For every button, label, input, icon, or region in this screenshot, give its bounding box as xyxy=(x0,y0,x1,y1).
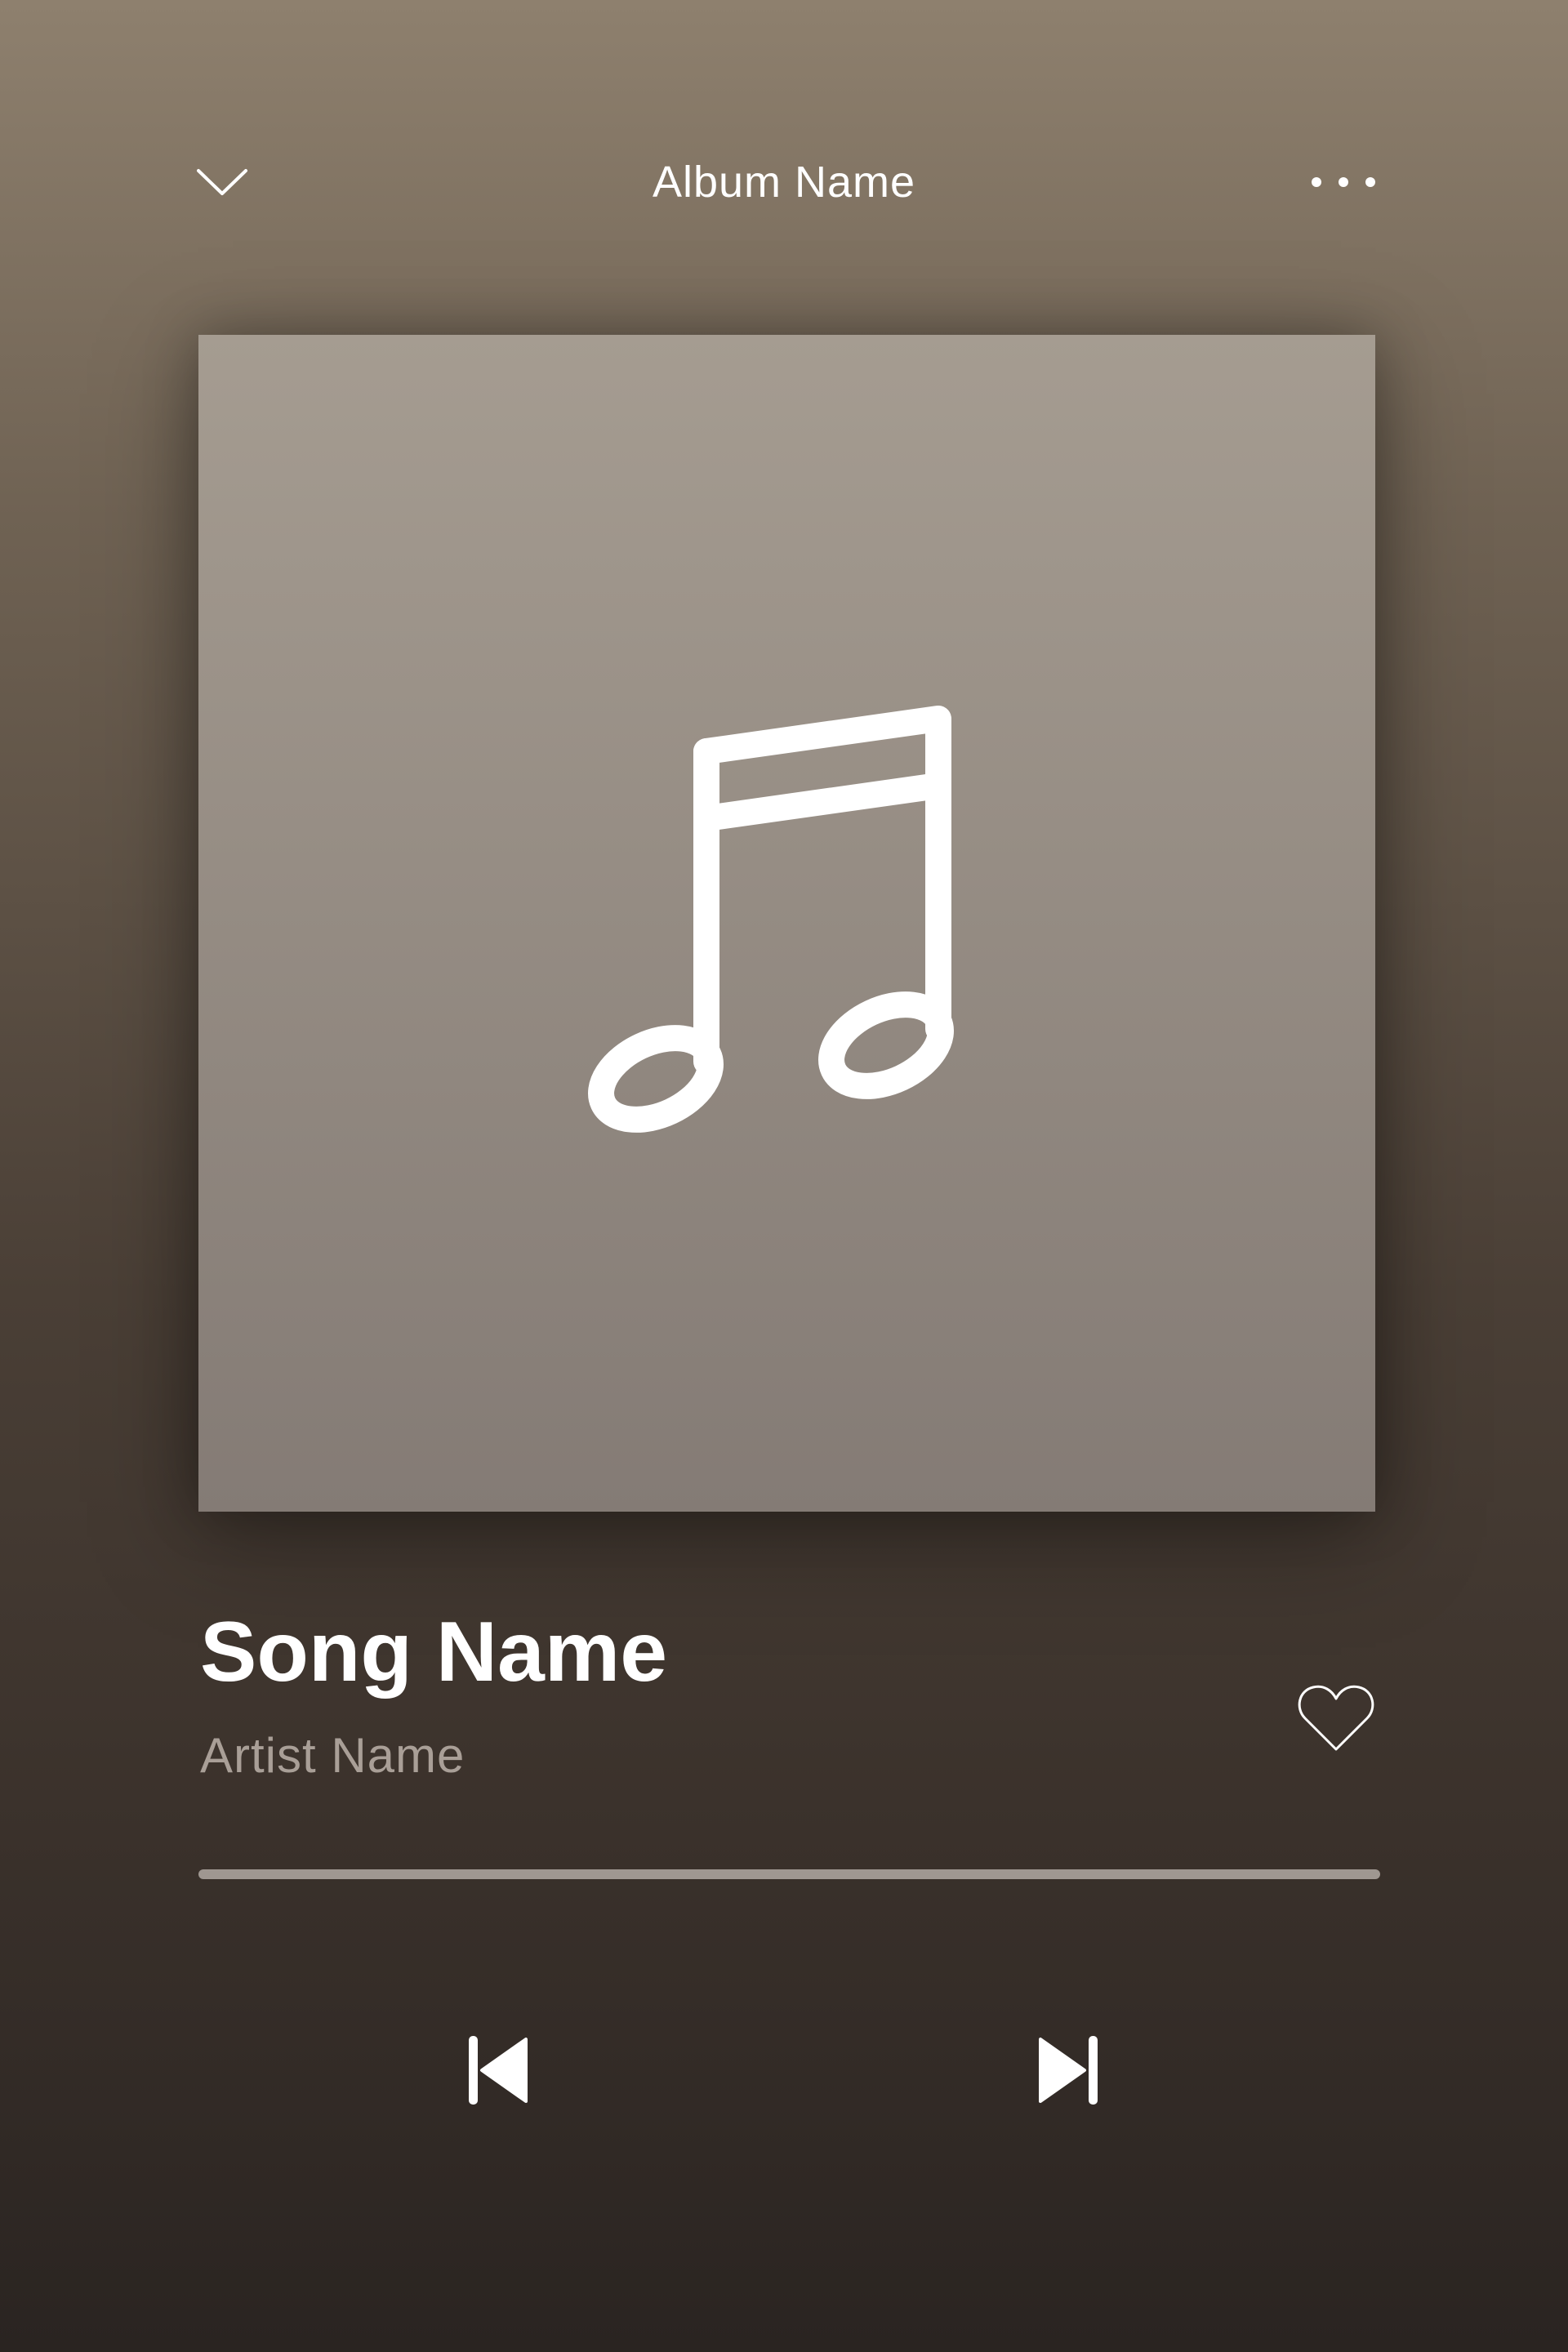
album-title: Album Name xyxy=(652,158,916,207)
next-track-button[interactable] xyxy=(1027,2025,1109,2115)
top-bar: Album Name xyxy=(0,139,1568,220)
collapse-button[interactable] xyxy=(189,154,255,211)
chevron-down-icon xyxy=(197,169,247,195)
artist-name[interactable]: Artist Name xyxy=(200,1723,465,1788)
playback-progress-bar[interactable] xyxy=(198,1869,1380,1879)
skip-previous-icon xyxy=(469,2036,528,2105)
song-title: Song Name xyxy=(200,1605,668,1699)
like-button[interactable] xyxy=(1294,1678,1379,1757)
skip-next-icon xyxy=(1039,2036,1098,2105)
more-options-button[interactable] xyxy=(1298,154,1388,211)
album-cover xyxy=(198,335,1375,1512)
now-playing-screen: Album Name Song Name Artist Name xyxy=(0,0,1568,2352)
heart-outline-icon xyxy=(1298,1685,1374,1751)
music-note-icon xyxy=(588,706,954,1133)
more-horizontal-icon xyxy=(1312,177,1375,187)
previous-track-button[interactable] xyxy=(457,2025,539,2115)
